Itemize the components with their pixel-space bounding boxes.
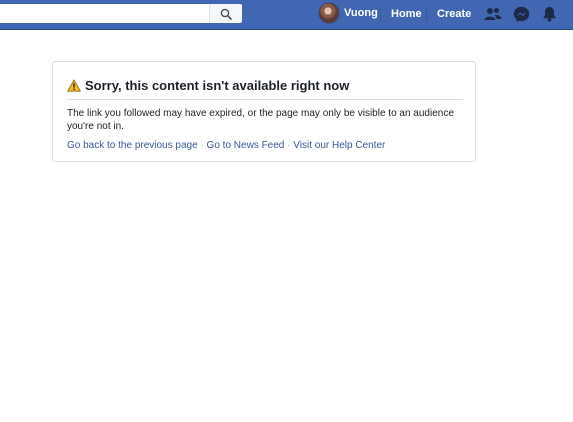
link-separator: · [287,140,291,151]
user-name: Vuong [344,7,378,19]
friend-requests-button[interactable] [483,4,503,24]
page-title: Sorry, this content isn't available righ… [85,78,350,93]
create-link[interactable]: Create [437,8,471,20]
message-text: The link you followed may have expired, … [67,107,463,133]
news-feed-link[interactable]: Go to News Feed [207,140,285,151]
messenger-button[interactable] [511,4,531,24]
home-link[interactable]: Home [391,8,422,20]
content-unavailable-card: Sorry, this content isn't available righ… [52,61,476,162]
profile-link[interactable]: Vuong [318,2,378,24]
message-line: you're not in. [67,121,124,132]
warning-icon [67,79,81,92]
friend-requests-icon [484,8,502,20]
search-button[interactable] [209,4,242,23]
search-bar [0,4,242,23]
card-header: Sorry, this content isn't available righ… [67,78,349,93]
message-line: The link you followed may have expired, … [67,108,454,119]
link-separator: · [200,140,204,151]
search-icon [220,8,232,20]
action-links: Go back to the previous page · Go to New… [67,140,385,151]
nav-divider [380,7,381,21]
notifications-icon [542,7,556,22]
nav-divider [426,7,427,21]
divider [67,99,463,100]
avatar [318,2,340,24]
messenger-icon [513,6,529,22]
previous-page-link[interactable]: Go back to the previous page [67,140,198,151]
notifications-button[interactable] [539,4,559,24]
top-navigation-bar: Vuong Home Create [0,0,573,30]
help-center-link[interactable]: Visit our Help Center [293,140,385,151]
search-input[interactable] [0,4,209,23]
